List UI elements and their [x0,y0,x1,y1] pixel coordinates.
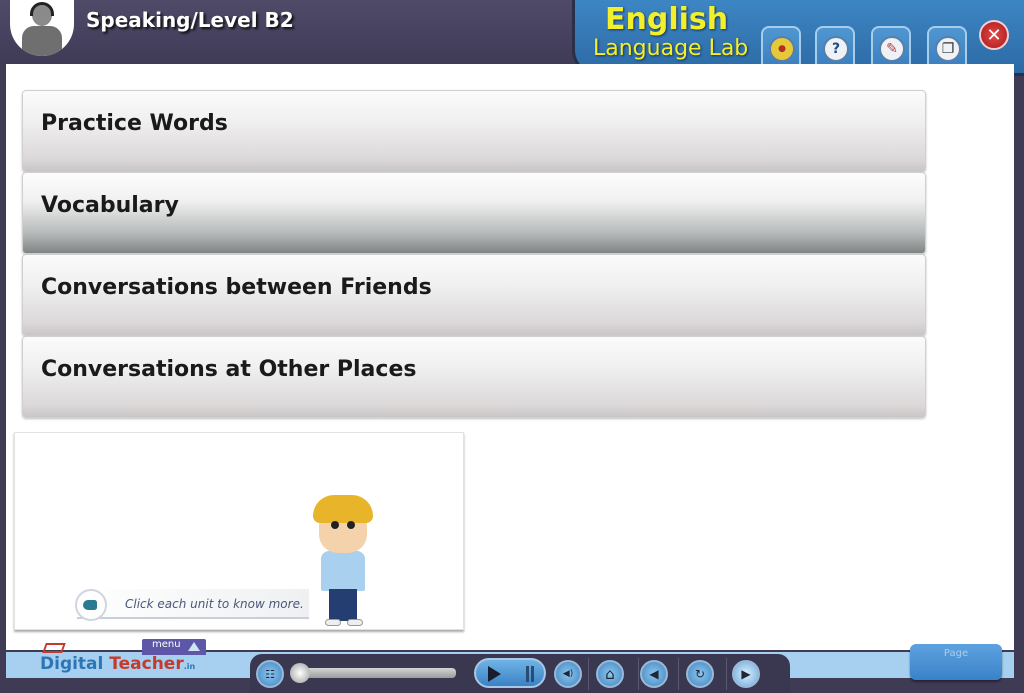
divider [588,658,589,690]
character-shoe [347,619,363,626]
sitemap-icon: ☷ [265,667,275,681]
cartoon-character [311,495,381,627]
speech-hint-icon [75,589,107,621]
page-title: Speaking/Level B2 [86,8,294,32]
unit-label: Conversations between Friends [41,275,432,300]
window-icon: ❐ [935,36,961,62]
play-icon [488,666,501,682]
unit-conversations-other-places[interactable]: Conversations at Other Places [22,336,926,418]
next-button[interactable]: ▶ [732,660,760,688]
resources-icon: ● [769,36,795,62]
page-button[interactable]: Page [910,644,1002,680]
chevron-up-icon [188,642,200,651]
hint-bar: Click each unit to know more. [75,589,309,621]
next-icon: ▶ [741,667,751,681]
character-shirt [321,551,365,591]
previous-button[interactable]: ◀ [640,660,668,688]
sitemap-button[interactable]: ☷ [256,660,284,688]
unit-practice-words[interactable]: Practice Words [22,90,926,172]
unit-vocabulary[interactable]: Vocabulary [22,172,926,254]
book-button[interactable]: ✎ [871,26,911,68]
unit-label: Conversations at Other Places [41,357,417,382]
content-area: Practice Words Vocabulary Conversations … [6,64,1014,650]
replay-button[interactable]: ↻ [686,660,714,688]
replay-icon: ↻ [694,667,706,681]
character-hair [313,495,373,523]
previous-icon: ◀ [649,667,659,681]
help-icon: ? [823,36,849,62]
character-eye [331,521,339,529]
avatar-body [22,26,62,56]
unit-menu: Practice Words Vocabulary Conversations … [22,90,926,418]
speaker-avatar [10,0,74,56]
brand-title: English [605,2,729,37]
close-button[interactable]: ✕ [979,20,1009,50]
character-legs [329,589,357,621]
brand-subtitle: Language Lab [593,36,749,61]
graduation-cap-icon [42,643,66,653]
character-eye [347,521,355,529]
seek-handle[interactable] [290,663,310,683]
book-icon: ✎ [879,36,905,62]
play-pause-button[interactable] [474,658,546,688]
page-label: Page [943,648,969,659]
volume-icon: ◀) [562,669,574,679]
divider [678,658,679,690]
headset-icon [30,2,54,16]
unit-label: Practice Words [41,111,228,136]
home-button[interactable]: ⌂ [596,660,624,688]
volume-button[interactable]: ◀) [554,660,582,688]
window-button[interactable]: ❐ [927,26,967,68]
menu-label: menu [152,639,181,650]
divider [638,658,639,690]
pause-icon [526,666,534,682]
close-icon: ✕ [986,24,1002,46]
character-shoe [325,619,341,626]
resources-button[interactable]: ● [761,26,801,68]
menu-toggle[interactable]: menu [142,639,206,655]
unit-conversations-friends[interactable]: Conversations between Friends [22,254,926,336]
unit-label: Vocabulary [41,193,179,218]
digital-teacher-logo: Digital Teacher.in [40,654,196,674]
intro-panel: Click each unit to know more. [14,432,464,630]
player-controls: ☷ ◀) ⌂ ◀ ↻ ▶ [250,654,790,693]
help-button[interactable]: ? [815,26,855,68]
home-icon: ⌂ [605,665,615,683]
seek-bar[interactable] [294,668,456,678]
divider [726,658,727,690]
hint-text: Click each unit to know more. [125,597,304,611]
